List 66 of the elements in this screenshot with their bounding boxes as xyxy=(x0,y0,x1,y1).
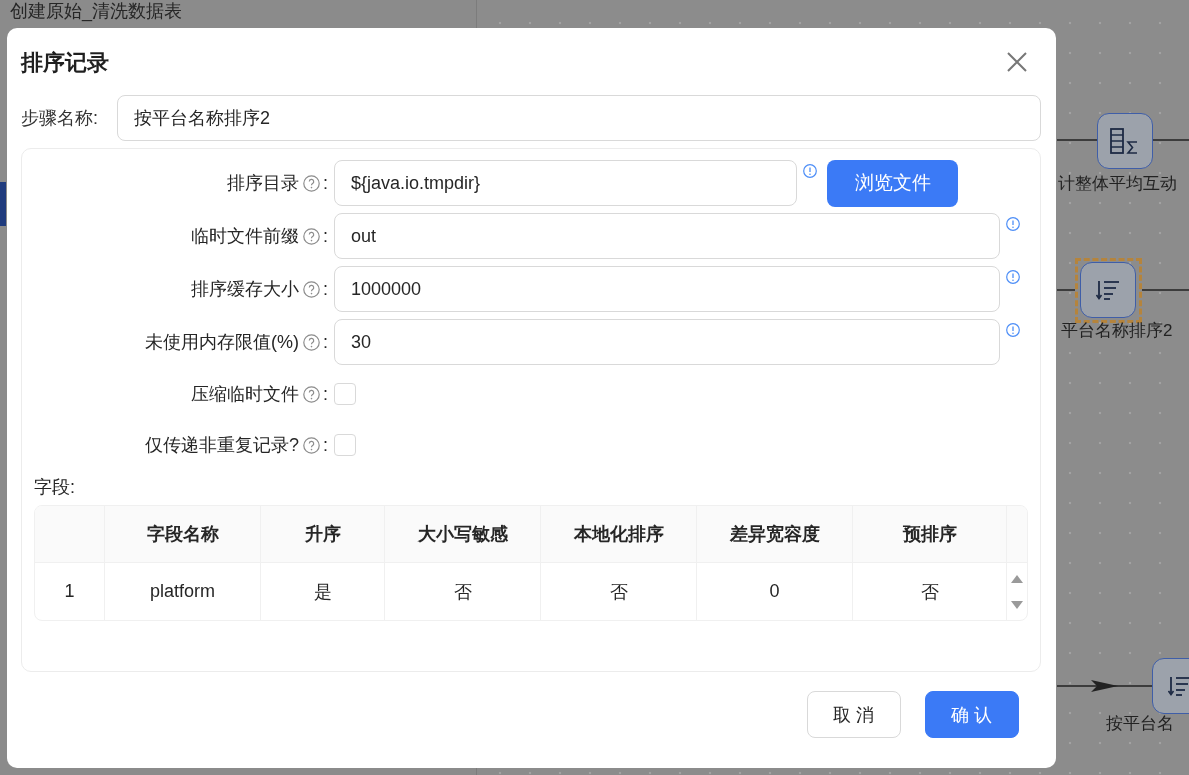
dialog-title: 排序记录 xyxy=(21,48,109,77)
selection-bar xyxy=(0,182,6,226)
column-header: 差异宽容度 xyxy=(697,506,853,562)
table-cell: 0 xyxy=(697,563,853,620)
help-icon xyxy=(303,280,320,298)
node-label: 按平台名 xyxy=(1106,713,1174,735)
connector-line xyxy=(1056,289,1076,291)
confirm-button[interactable]: 确 认 xyxy=(925,691,1019,738)
table-cell: platform xyxy=(105,563,261,620)
row-number: 1 xyxy=(35,563,105,620)
label-colon: : xyxy=(323,172,328,194)
field-label: 排序缓存大小 xyxy=(191,278,299,301)
scroll-down-icon[interactable] xyxy=(1011,600,1023,609)
cancel-button[interactable]: 取 消 xyxy=(807,691,901,738)
info-icon xyxy=(1006,270,1020,284)
table-cell: 是 xyxy=(261,563,385,620)
panel-title: 创建原始_清洗数据表 xyxy=(10,0,182,22)
help-icon xyxy=(303,227,320,245)
help-icon xyxy=(303,436,320,454)
column-header: 升序 xyxy=(261,506,385,562)
label-colon: : xyxy=(323,331,328,353)
text-field[interactable]: 30 xyxy=(334,319,1000,365)
field-label: 排序目录 xyxy=(227,172,299,195)
sort-icon xyxy=(1168,676,1189,696)
checkbox[interactable] xyxy=(334,383,356,405)
help-icon xyxy=(303,174,320,192)
field-label: 临时文件前缀 xyxy=(191,225,299,248)
field-label: 仅传递非重复记录? xyxy=(144,434,299,457)
label-colon: : xyxy=(323,383,328,405)
connector-line xyxy=(1056,139,1098,141)
help-icon xyxy=(303,385,320,403)
flow-node[interactable] xyxy=(1097,113,1153,169)
browse-button[interactable]: 浏览文件 xyxy=(827,159,958,207)
table-cell: 否 xyxy=(385,563,541,620)
flow-node[interactable] xyxy=(1080,262,1136,318)
field-label: 压缩临时文件 xyxy=(191,383,299,406)
field-label: 未使用内存限值(%) xyxy=(145,331,299,354)
info-icon xyxy=(803,164,817,178)
node-label: 计整体平均互动 xyxy=(1058,173,1177,195)
node-label: 平台名称排序2 xyxy=(1061,320,1173,342)
sort-icon xyxy=(1096,280,1120,300)
text-field[interactable]: 1000000 xyxy=(334,266,1000,312)
column-header: 本地化排序 xyxy=(541,506,697,562)
field-label: 步骤名称: xyxy=(21,107,99,130)
section-label: 字段: xyxy=(34,476,76,498)
text-field[interactable]: ${java.io.tmpdir} xyxy=(334,160,797,206)
connector-line xyxy=(1152,139,1189,141)
column-header: 大小写敏感 xyxy=(385,506,541,562)
checkbox[interactable] xyxy=(334,434,356,456)
column-header: 预排序 xyxy=(853,506,1007,562)
label-colon: : xyxy=(323,278,328,300)
info-icon xyxy=(1006,217,1020,231)
close-button[interactable] xyxy=(1007,51,1027,72)
scroll-up-icon[interactable] xyxy=(1011,574,1023,583)
label-colon: : xyxy=(323,225,328,247)
column-header: 字段名称 xyxy=(105,506,261,562)
close-icon xyxy=(1007,51,1027,72)
table-cell: 否 xyxy=(853,563,1007,620)
text-field[interactable]: out xyxy=(334,213,1000,259)
table-sum-icon xyxy=(1110,128,1140,154)
connector-line xyxy=(1141,289,1189,291)
info-icon xyxy=(1006,323,1020,337)
step-name-field[interactable]: 按平台名称排序2 xyxy=(117,95,1041,141)
label-colon: : xyxy=(323,434,328,456)
help-icon xyxy=(303,333,320,351)
table-cell: 否 xyxy=(541,563,697,620)
